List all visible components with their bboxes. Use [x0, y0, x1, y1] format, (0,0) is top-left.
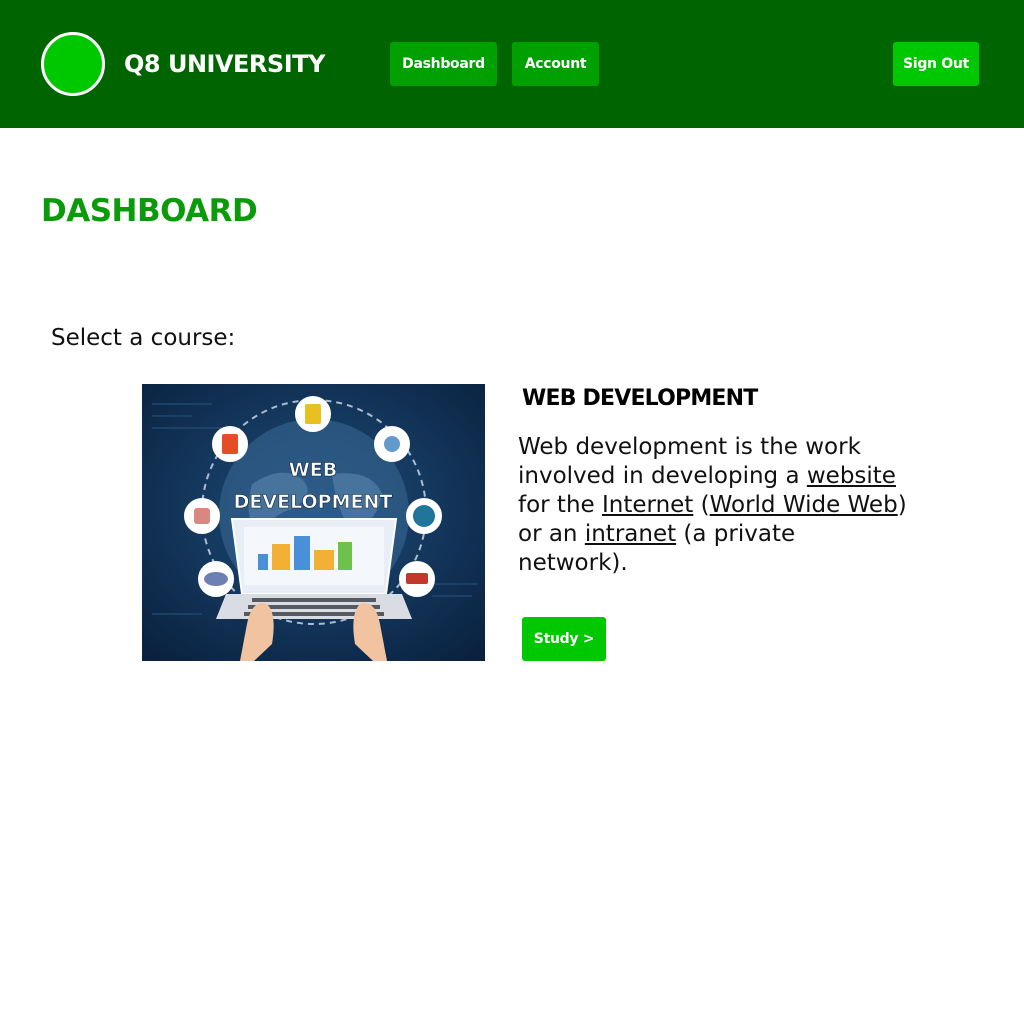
page-title: DASHBOARD [41, 193, 258, 229]
sign-out-button[interactable]: Sign Out [893, 42, 979, 86]
intranet-link[interactable]: intranet [585, 521, 676, 547]
desc-text-2: for the [518, 492, 602, 518]
world-wide-web-link[interactable]: World Wide Web [710, 492, 898, 518]
course-title: WEB DEVELOPMENT [522, 386, 758, 411]
select-course-label: Select a course: [51, 325, 236, 351]
account-button[interactable]: Account [512, 42, 599, 86]
dashboard-button[interactable]: Dashboard [390, 42, 497, 86]
website-link[interactable]: website [807, 463, 896, 489]
course-description: Web development is the work involved in … [518, 433, 908, 578]
logo-icon [41, 32, 105, 96]
internet-link[interactable]: Internet [602, 492, 693, 518]
brand-name: Q8 UNIVERSITY [124, 50, 325, 78]
image-text-line1: WEB [289, 459, 337, 481]
image-text-line2: DEVELOPMENT [234, 491, 393, 513]
desc-text-3: ( [693, 492, 710, 518]
web-development-course-image[interactable]: WEB DEVELOPMENT [142, 384, 485, 661]
top-navigation-bar: Q8 UNIVERSITY Dashboard Account Sign Out [0, 0, 1024, 128]
study-button[interactable]: Study > [522, 617, 606, 661]
